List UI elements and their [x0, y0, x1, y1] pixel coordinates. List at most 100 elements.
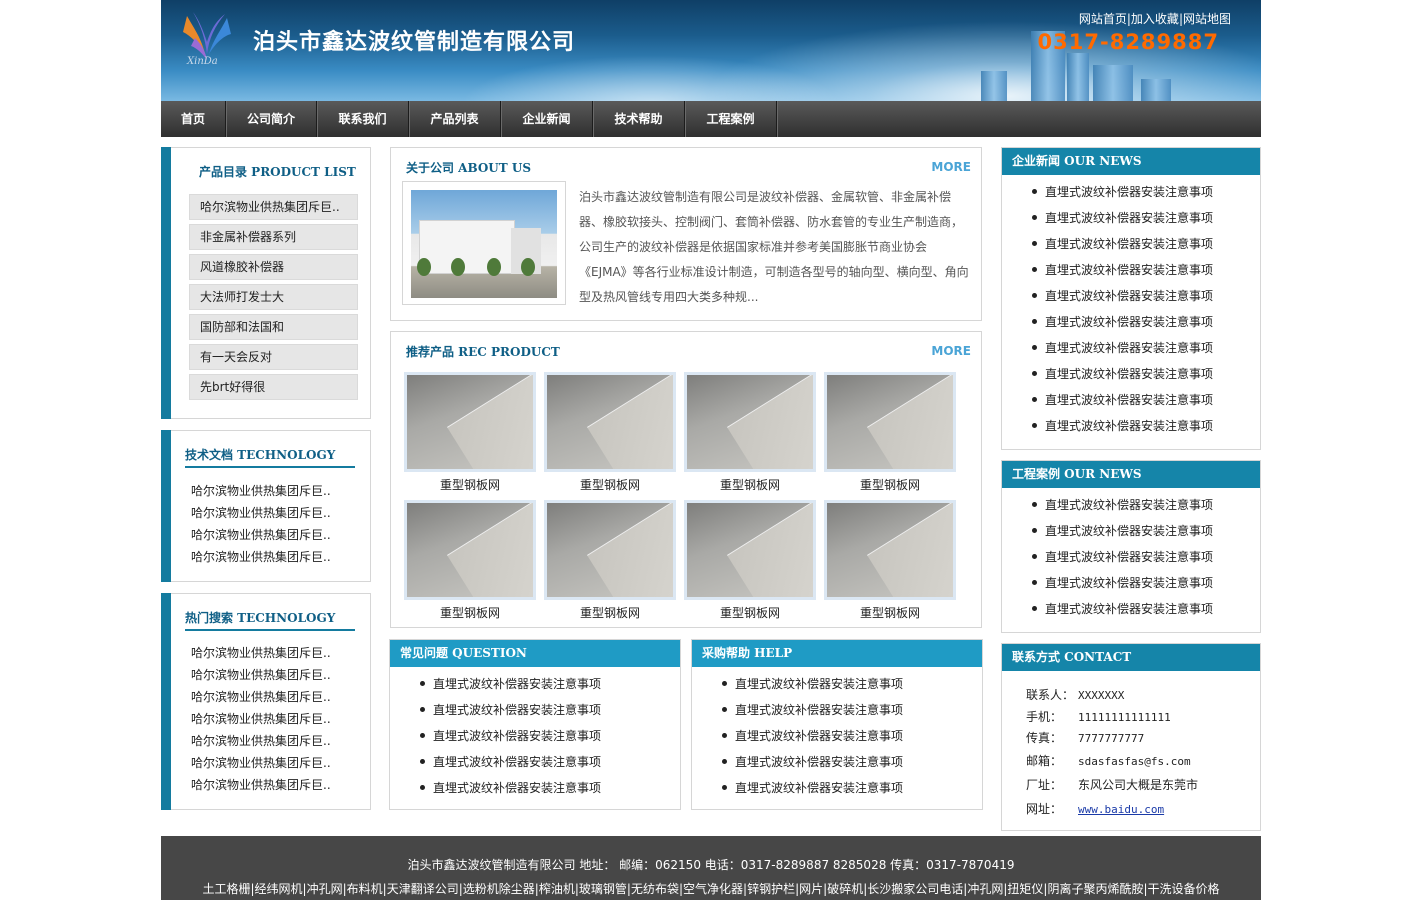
footer-link[interactable]: 空气净化器: [683, 882, 743, 896]
product-image: [684, 372, 816, 472]
product-category-item[interactable]: 非金属补偿器系列: [189, 224, 358, 250]
footer-link[interactable]: 网片: [799, 882, 823, 896]
case-item-label: 直埋式波纹补偿器安装注意事项: [1045, 524, 1214, 538]
nav-home[interactable]: 首页: [161, 101, 226, 137]
faq-item[interactable]: 直埋式波纹补偿器安装注意事项: [420, 775, 601, 801]
footer-link[interactable]: 布料机: [347, 882, 383, 896]
contact-value: 东风公司大概是东莞市: [1078, 778, 1199, 792]
footer-link[interactable]: 干洗设备价格: [1148, 882, 1220, 896]
link-home[interactable]: 网站首页: [1079, 12, 1127, 26]
faq-panel: 常见问题 QUESTION 直埋式波纹补偿器安装注意事项 直埋式波纹补偿器安装注…: [389, 639, 681, 810]
product-category-item[interactable]: 有一天会反对: [189, 344, 358, 370]
footer-link[interactable]: 冲孔网: [967, 882, 1003, 896]
footer-link[interactable]: 冲孔网: [307, 882, 343, 896]
faq-item[interactable]: 直埋式波纹补偿器安装注意事项: [420, 671, 601, 697]
footer-link[interactable]: 土工格栅: [202, 882, 250, 896]
news-item[interactable]: 直埋式波纹补偿器安装注意事项: [1032, 387, 1213, 413]
about-more-link[interactable]: MORE: [931, 160, 971, 174]
tech-doc-link[interactable]: 哈尔滨物业供热集团斥巨..: [191, 526, 331, 543]
photo-tree: [417, 258, 431, 276]
faq-item[interactable]: 直埋式波纹补偿器安装注意事项: [420, 723, 601, 749]
news-item-label: 直埋式波纹补偿器安装注意事项: [1045, 211, 1214, 225]
news-item[interactable]: 直埋式波纹补偿器安装注意事项: [1032, 283, 1213, 309]
hot-search-link[interactable]: 哈尔滨物业供热集团斥巨..: [191, 666, 331, 683]
hot-search-link[interactable]: 哈尔滨物业供热集团斥巨..: [191, 644, 331, 661]
faq-item[interactable]: 直埋式波纹补偿器安装注意事项: [420, 697, 601, 723]
title-underline: [185, 629, 355, 631]
tech-doc-link[interactable]: 哈尔滨物业供热集团斥巨..: [191, 548, 331, 565]
help-item[interactable]: 直埋式波纹补偿器安装注意事项: [722, 671, 903, 697]
news-item[interactable]: 直埋式波纹补偿器安装注意事项: [1032, 179, 1213, 205]
case-item[interactable]: 直埋式波纹补偿器安装注意事项: [1032, 518, 1213, 544]
footer-link[interactable]: 无纺布袋: [631, 882, 679, 896]
tech-doc-link[interactable]: 哈尔滨物业供热集团斥巨..: [191, 504, 331, 521]
footer-link[interactable]: 玻璃钢管: [579, 882, 627, 896]
help-item[interactable]: 直埋式波纹补偿器安装注意事项: [722, 723, 903, 749]
case-item[interactable]: 直埋式波纹补偿器安装注意事项: [1032, 544, 1213, 570]
nav-products[interactable]: 产品列表: [409, 101, 501, 137]
case-item[interactable]: 直埋式波纹补偿器安装注意事项: [1032, 492, 1213, 518]
banner-building: [1093, 65, 1133, 101]
rec-more-link[interactable]: MORE: [931, 344, 971, 358]
footer-link[interactable]: 破碎机: [827, 882, 863, 896]
footer-link[interactable]: 阴离子聚丙烯酰胺: [1047, 882, 1143, 896]
nav-tech-help[interactable]: 技术帮助: [593, 101, 685, 137]
product-card[interactable]: 重型钢板网: [404, 372, 536, 493]
footer-link[interactable]: 天津翻译公司: [387, 882, 459, 896]
panel-accent-bar: [161, 593, 171, 810]
product-card[interactable]: 重型钢板网: [684, 372, 816, 493]
help-item[interactable]: 直埋式波纹补偿器安装注意事项: [722, 749, 903, 775]
hot-search-link[interactable]: 哈尔滨物业供热集团斥巨..: [191, 688, 331, 705]
case-item[interactable]: 直埋式波纹补偿器安装注意事项: [1032, 596, 1213, 622]
case-item[interactable]: 直埋式波纹补偿器安装注意事项: [1032, 570, 1213, 596]
product-category-item[interactable]: 先brt好得很: [189, 374, 358, 400]
product-card[interactable]: 重型钢板网: [404, 500, 536, 621]
about-text: 泊头市鑫达波纹管制造有限公司是波纹补偿器、金属软管、非金属补偿 器、橡胶软接头、…: [579, 185, 971, 310]
news-item[interactable]: 直埋式波纹补偿器安装注意事项: [1032, 309, 1213, 335]
help-item[interactable]: 直埋式波纹补偿器安装注意事项: [722, 775, 903, 801]
news-item[interactable]: 直埋式波纹补偿器安装注意事项: [1032, 231, 1213, 257]
hot-search-link[interactable]: 哈尔滨物业供热集团斥巨..: [191, 710, 331, 727]
footer-link[interactable]: 经纬网机: [255, 882, 303, 896]
about-image-frame[interactable]: [402, 181, 566, 305]
link-sitemap[interactable]: 网站地图: [1183, 12, 1231, 26]
website-link[interactable]: www.baidu.com: [1078, 803, 1164, 816]
help-item[interactable]: 直埋式波纹补偿器安装注意事项: [722, 697, 903, 723]
help-item-label: 直埋式波纹补偿器安装注意事项: [735, 781, 904, 795]
footer-link[interactable]: 锌钢护栏: [747, 882, 795, 896]
tech-doc-link[interactable]: 哈尔滨物业供热集团斥巨..: [191, 482, 331, 499]
product-card[interactable]: 重型钢板网: [824, 500, 956, 621]
news-item[interactable]: 直埋式波纹补偿器安装注意事项: [1032, 257, 1213, 283]
contact-value: sdasfasfas@fs.com: [1078, 755, 1191, 768]
product-card[interactable]: 重型钢板网: [684, 500, 816, 621]
nav-about[interactable]: 公司简介: [226, 101, 317, 137]
news-item[interactable]: 直埋式波纹补偿器安装注意事项: [1032, 361, 1213, 387]
product-category-item[interactable]: 大法师打发士大: [189, 284, 358, 310]
link-favorite[interactable]: 加入收藏: [1131, 12, 1179, 26]
product-card[interactable]: 重型钢板网: [824, 372, 956, 493]
nav-cases[interactable]: 工程案例: [685, 101, 777, 137]
footer-link[interactable]: 榨油机: [539, 882, 575, 896]
faq-item-label: 直埋式波纹补偿器安装注意事项: [433, 703, 602, 717]
contact-row: 手机： 11111111111111: [1026, 708, 1171, 725]
hot-search-link[interactable]: 哈尔滨物业供热集团斥巨..: [191, 776, 331, 793]
footer-link[interactable]: 选粉机除尘器: [463, 882, 535, 896]
nav-contact[interactable]: 联系我们: [317, 101, 409, 137]
footer-link[interactable]: 扭矩仪: [1007, 882, 1043, 896]
news-item[interactable]: 直埋式波纹补偿器安装注意事项: [1032, 335, 1213, 361]
product-card[interactable]: 重型钢板网: [544, 500, 676, 621]
hot-search-link[interactable]: 哈尔滨物业供热集团斥巨..: [191, 732, 331, 749]
footer-link[interactable]: 长沙搬家公司电话: [867, 882, 963, 896]
news-item[interactable]: 直埋式波纹补偿器安装注意事项: [1032, 205, 1213, 231]
news-item[interactable]: 直埋式波纹补偿器安装注意事项: [1032, 413, 1213, 439]
product-card[interactable]: 重型钢板网: [544, 372, 676, 493]
product-category-item[interactable]: 国防部和法国和: [189, 314, 358, 340]
product-name: 重型钢板网: [859, 478, 920, 492]
steel-sheet: [867, 375, 953, 469]
product-category-item[interactable]: 风道橡胶补偿器: [189, 254, 358, 280]
hot-search-link[interactable]: 哈尔滨物业供热集团斥巨..: [191, 754, 331, 771]
nav-news[interactable]: 企业新闻: [501, 101, 593, 137]
product-category-item[interactable]: 哈尔滨物业供热集团斥巨..: [189, 194, 358, 220]
contact-label: 厂址：: [1026, 778, 1063, 792]
faq-item[interactable]: 直埋式波纹补偿器安装注意事项: [420, 749, 601, 775]
